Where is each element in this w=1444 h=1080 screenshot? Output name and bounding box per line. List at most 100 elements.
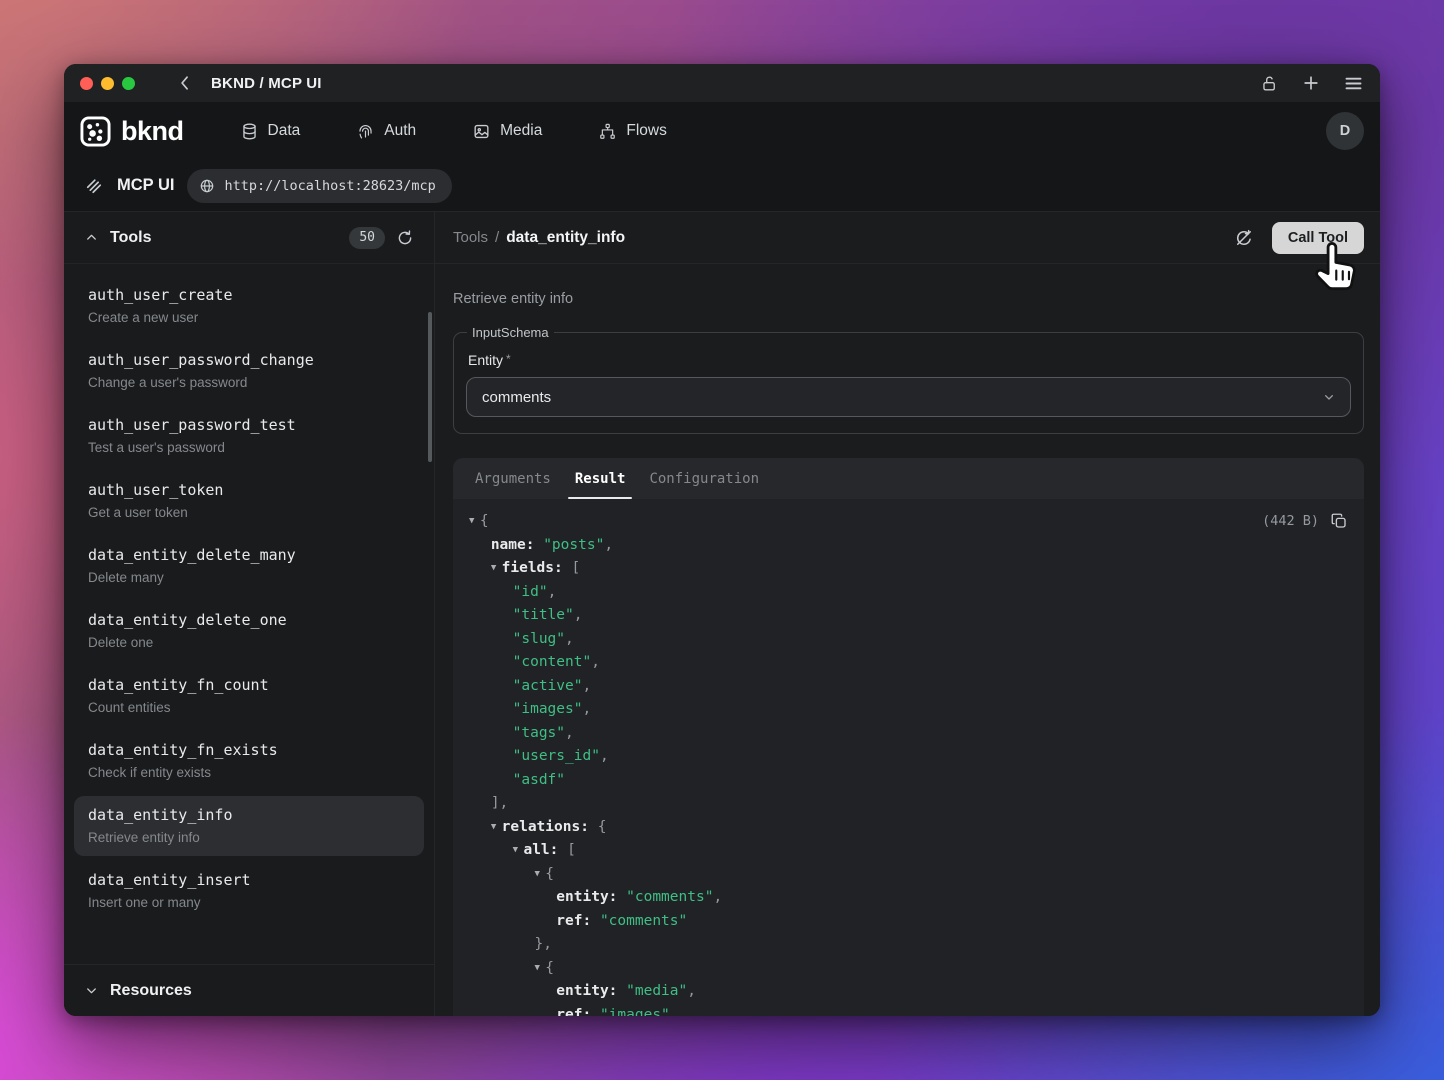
tool-description: Delete many [88,570,410,585]
back-icon[interactable] [175,73,195,93]
tool-description: Retrieve entity info [88,830,410,845]
tab-arguments[interactable]: Arguments [466,458,560,499]
json-line: "slug", [469,628,1348,652]
json-line: ▼{ [469,957,1348,981]
json-line: "images", [469,698,1348,722]
tab-result[interactable]: Result [566,458,635,499]
tool-description: Change a user's password [88,375,410,390]
json-line: ref: "images" [469,1004,1348,1017]
sidebar-scrollbar-thumb[interactable] [428,312,432,462]
auto-call-off-icon[interactable] [1234,228,1254,248]
tool-description: Check if entity exists [88,765,410,780]
tabs: Arguments Result Configuration [453,458,1364,499]
server-url: http://localhost:28623/mcp [224,178,435,194]
nav-item-media[interactable]: Media [460,113,554,150]
breadcrumb-separator: / [495,229,499,246]
close-window-button[interactable] [80,77,93,90]
chevron-up-icon [84,230,99,245]
refresh-icon[interactable] [396,229,414,247]
collapse-toggle-icon[interactable]: ▼ [534,957,545,981]
breadcrumb-current: data_entity_info [506,229,625,247]
json-line: "users_id", [469,745,1348,769]
tool-description: Count entities [88,700,410,715]
entity-select[interactable]: comments [466,377,1351,417]
nav-label: Flows [626,122,666,140]
breadcrumb: Tools / data_entity_info [453,229,625,247]
nav-item-auth[interactable]: Auth [344,113,428,150]
fingerprint-icon [356,122,375,141]
collapse-toggle-icon[interactable]: ▼ [491,557,502,581]
json-line: ▼{ [469,510,1348,534]
page-title: MCP UI [117,176,174,195]
tool-description: Get a user token [88,505,410,520]
breadcrumb-section[interactable]: Tools [453,229,488,246]
new-tab-icon[interactable] [1301,73,1321,93]
tool-list-item-auth_user_token[interactable]: auth_user_tokenGet a user token [74,471,424,531]
tool-list-item-data_entity_insert[interactable]: data_entity_insertInsert one or many [74,861,424,921]
workflow-icon [598,122,617,141]
json-line: }, [469,933,1348,957]
call-tool-button[interactable]: Call Tool [1272,222,1364,254]
tool-list-item-data_entity_fn_exists[interactable]: data_entity_fn_exists Check if entity exi… [74,731,424,791]
main-nav: Data Auth Media [228,113,711,150]
collapse-toggle-icon[interactable]: ▼ [534,863,545,887]
resources-section-title: Resources [110,982,192,1000]
collapse-toggle-icon[interactable]: ▼ [513,839,524,863]
json-line: entity: "comments", [469,886,1348,910]
menu-icon[interactable] [1343,73,1364,94]
json-line: "id", [469,581,1348,605]
tool-name: data_entity_info [88,806,410,824]
server-url-pill[interactable]: http://localhost:28623/mcp [187,169,451,203]
json-line: "active", [469,675,1348,699]
tool-list-item-data_entity_info[interactable]: data_entity_info Retrieve entity info [74,796,424,856]
json-line: name: "posts", [469,534,1348,558]
tool-name: data_entity_fn_exists [88,741,410,759]
tools-count-badge: 50 [349,227,385,249]
collapse-toggle-icon[interactable]: ▼ [469,510,480,534]
window-titlebar: BKND / MCP UI [64,64,1380,102]
result-panel: Arguments Result Configuration (442 B) [453,458,1364,1016]
tool-name: auth_user_password_test [88,416,410,434]
desktop-wallpaper: BKND / MCP UI bknd [0,0,1444,1080]
json-line: "content", [469,651,1348,675]
json-line: ref: "comments" [469,910,1348,934]
maximize-window-button[interactable] [122,77,135,90]
tool-name: auth_user_create [88,286,410,304]
tool-list-item-auth_user_password_test[interactable]: auth_user_password_test Test a user's pas… [74,406,424,466]
entity-select-value: comments [482,389,551,406]
resources-section-header[interactable]: Resources [64,964,434,1016]
result-size-label: (442 B) [1262,513,1319,529]
json-line: ], [469,792,1348,816]
mcp-subheader: MCP UI http://localhost:28623/mcp [64,160,1380,212]
tools-sidebar: Tools 50 auth_user_createCreate a new us… [64,212,435,1016]
tool-list-item-auth_user_password_change[interactable]: auth_user_password_change Change a user's… [74,341,424,401]
tool-list-item-data_entity_fn_count[interactable]: data_entity_fn_countCount entities [74,666,424,726]
user-avatar[interactable]: D [1326,112,1364,150]
nav-item-flows[interactable]: Flows [586,113,678,150]
tool-list-item-data_entity_delete_one[interactable]: data_entity_delete_oneDelete one [74,601,424,661]
tool-description: Test a user's password [88,440,410,455]
tab-configuration[interactable]: Configuration [640,458,768,499]
tool-name: data_entity_delete_one [88,611,410,629]
globe-icon [199,178,215,194]
json-line: "title", [469,604,1348,628]
tool-list-item-data_entity_delete_many[interactable]: data_entity_delete_manyDelete many [74,536,424,596]
bknd-logo[interactable]: bknd [80,116,184,147]
chevron-down-icon [84,983,99,998]
copy-icon[interactable] [1330,512,1348,530]
tool-list-item-auth_user_create[interactable]: auth_user_createCreate a new user [74,276,424,336]
minimize-window-button[interactable] [101,77,114,90]
json-line: entity: "media", [469,980,1348,1004]
nav-item-data[interactable]: Data [228,113,313,150]
tool-name: auth_user_password_change [88,351,410,369]
window-title: BKND / MCP UI [211,75,322,92]
tools-section-header[interactable]: Tools 50 [64,212,434,264]
database-icon [240,122,259,141]
tool-description: Insert one or many [88,895,410,910]
json-line: "asdf" [469,769,1348,793]
lock-open-icon[interactable] [1260,74,1279,93]
collapse-toggle-icon[interactable]: ▼ [491,816,502,840]
json-tree-view: ▼{name: "posts",▼fields: ["id","title","… [469,510,1348,1016]
json-line: ▼all: [ [469,839,1348,863]
bknd-logo-icon [80,116,111,147]
